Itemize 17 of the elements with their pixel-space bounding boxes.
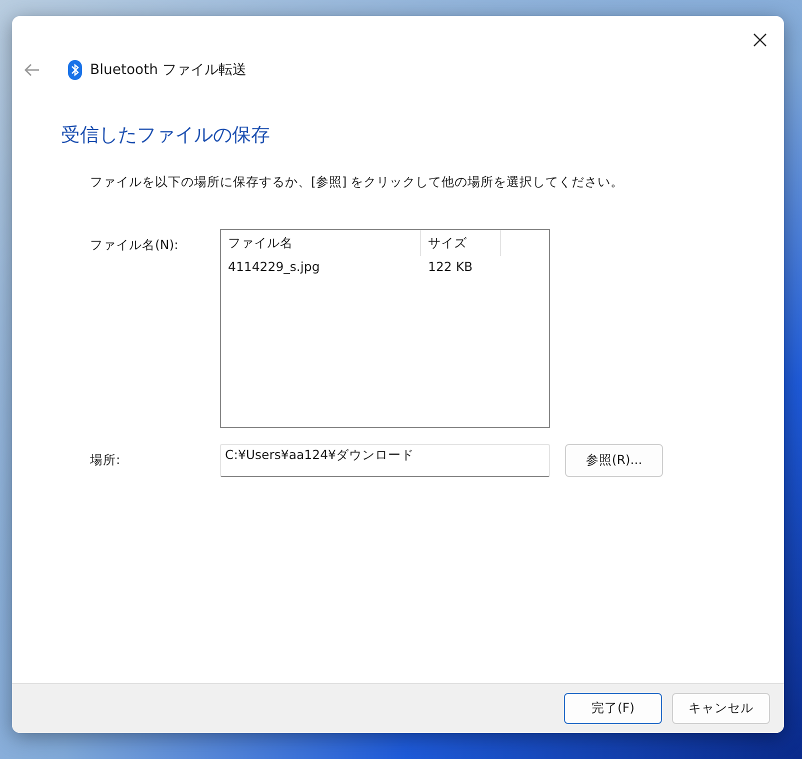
field-label: ファイル名(N): [90,236,180,254]
field-label: 場所: [90,452,122,469]
finish-button[interactable]: 完了(F) [564,693,662,724]
instruction-text: ファイルを以下の場所に保存するか、[参照] をクリックして他の場所を選択してください。 [90,174,625,191]
close-icon [753,33,767,47]
column-header[interactable]: サイズ [421,230,501,256]
file-list[interactable]: ファイル名 サイズ 4114229_s.jpg 122 KB [220,229,550,428]
bluetooth-icon [68,60,82,80]
cancel-button[interactable]: キャンセル [672,693,770,724]
back-arrow-icon [24,63,40,77]
location-field[interactable]: C:¥Users¥aa124¥ダウンロード [220,444,550,477]
page-heading: 受信したファイルの保存 [61,123,271,148]
table-cell-text: 4114229_s.jpg [227,258,321,276]
window-title: Bluetooth ファイル転送 [90,61,246,79]
table-cell-text: 122 KB [427,258,474,276]
column-header[interactable]: ファイル名 [221,230,421,256]
browse-button[interactable]: 参照(R)... [565,444,663,477]
